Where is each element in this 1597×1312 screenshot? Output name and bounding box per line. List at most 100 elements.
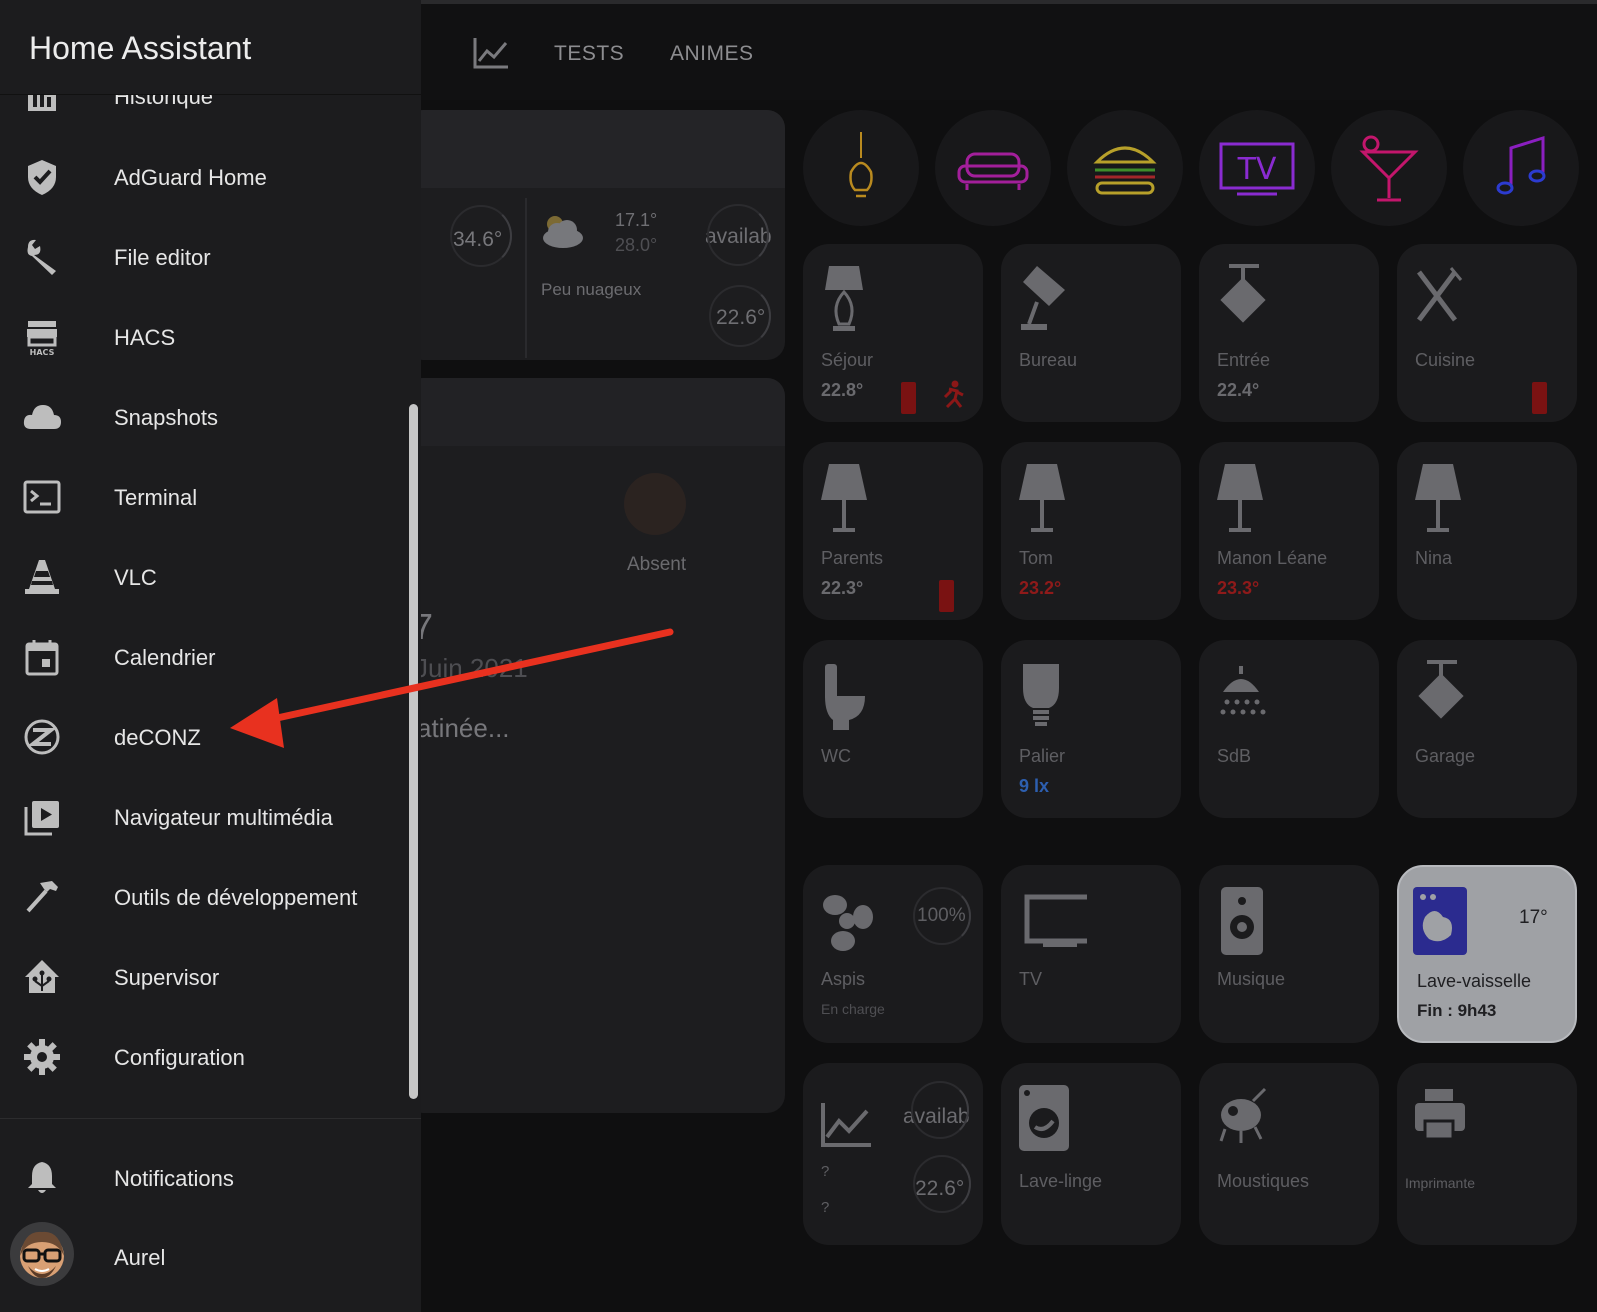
room-name: Entrée: [1217, 350, 1271, 370]
device-name: ?: [821, 1163, 830, 1180]
room-card-wc[interactable]: WC: [803, 640, 983, 818]
presence-card[interactable]: Absent 7 Juin 2021 atinée...: [405, 378, 785, 1113]
device-card-moustiques[interactable]: Moustiques: [1199, 1063, 1379, 1245]
sidebar-item-label: Supervisor: [114, 965, 220, 990]
device-card-tv[interactable]: TV: [1001, 865, 1181, 1043]
device-value: 17°: [1519, 907, 1548, 928]
sidebar-item-calendrier[interactable]: Calendrier: [0, 622, 421, 692]
floor-lamp-icon: [1019, 464, 1065, 532]
sidebar-menu: Historique AdGuard Home File editor HACS…: [0, 0, 421, 1118]
history-chart-icon[interactable]: [472, 36, 510, 70]
desk-lamp-icon: [1021, 266, 1065, 330]
sidebar-item-file-editor[interactable]: File editor: [0, 222, 421, 292]
tv-neon-icon: TV: [1219, 142, 1295, 196]
scene-music[interactable]: [1463, 110, 1579, 226]
scene-aperitif[interactable]: [1331, 110, 1447, 226]
temp-high: 17.1°: [615, 210, 658, 230]
svg-text:TV: TV: [1237, 152, 1277, 187]
room-card-sdb[interactable]: SdB: [1199, 640, 1379, 818]
room-card-cuisine[interactable]: Cuisine: [1397, 244, 1577, 422]
room-name: Palier: [1019, 746, 1066, 766]
device-card-aspis[interactable]: 100% Aspis En charge: [803, 865, 983, 1043]
scene-light[interactable]: [803, 110, 919, 226]
sofa-icon: [957, 152, 1029, 190]
notifications-label: Notifications: [114, 1166, 234, 1191]
sidebar-item-vlc[interactable]: VLC: [0, 542, 421, 612]
room-card-entree[interactable]: Entrée 22.4°: [1199, 244, 1379, 422]
sidebar-item-terminal[interactable]: Terminal: [0, 462, 421, 532]
cloud-icon: [23, 405, 61, 429]
sidebar-item-snapshots[interactable]: Snapshots: [0, 382, 421, 452]
shower-icon: [1220, 666, 1266, 715]
scene-salon[interactable]: [935, 110, 1051, 226]
music-icon: [1496, 135, 1546, 195]
floor-lamp-icon: [821, 464, 867, 532]
room-card-nina[interactable]: Nina: [1397, 442, 1577, 620]
device-card-imprimante[interactable]: Imprimante: [1397, 1063, 1577, 1245]
shield-check-icon: [28, 160, 56, 195]
sidebar-item-supervisor[interactable]: Supervisor: [0, 942, 421, 1012]
sidebar-user[interactable]: Aurel: [0, 1222, 421, 1292]
room-card-tom[interactable]: Tom 23.2°: [1001, 442, 1181, 620]
sidebar-item-dev-tools[interactable]: Outils de développement: [0, 862, 421, 932]
room-card-bureau[interactable]: Bureau: [1001, 244, 1181, 422]
console-icon: [23, 480, 61, 514]
room-name: Garage: [1415, 746, 1476, 766]
sidebar-item-label: Snapshots: [114, 405, 218, 430]
device-name: Musique: [1217, 969, 1286, 989]
room-card-garage[interactable]: Garage: [1397, 640, 1577, 818]
tab-animes[interactable]: ANIMES: [670, 42, 754, 66]
home-assistant-icon: [25, 960, 59, 993]
sidebar-item-label: AdGuard Home: [114, 165, 267, 190]
scene-tv[interactable]: TV: [1199, 110, 1315, 226]
app-title: Home Assistant: [29, 30, 252, 66]
partly-cloudy-icon: [543, 216, 583, 248]
device-card-lave-linge[interactable]: Lave-linge: [1001, 1063, 1181, 1245]
sensor-gauge-2: [913, 1155, 971, 1213]
weather-card[interactable]: 34.6° 17.1° 28.0° availab Peu nuageux 22…: [405, 110, 785, 360]
room-card-parents[interactable]: Parents 22.3°: [803, 442, 983, 620]
gear-icon: [24, 1039, 60, 1075]
sidebar-item-label: deCONZ: [114, 725, 201, 750]
device-card-lave-vaisselle[interactable]: 17° Lave-vaisselle Fin : 9h43: [1397, 865, 1577, 1043]
bell-icon: [28, 1162, 56, 1193]
device-sub: Fin : 9h43: [1417, 1001, 1497, 1020]
sidebar-item-label: HACS: [114, 325, 176, 350]
chart-line-icon: [821, 1103, 871, 1147]
ceiling-light-icon: [1220, 264, 1266, 323]
device-name: Lave-linge: [1019, 1171, 1103, 1191]
hacs-store-icon: HACS: [27, 321, 57, 357]
room-temp: 23.3°: [1217, 578, 1260, 598]
tab-tests[interactable]: TESTS: [554, 42, 624, 66]
person-avatar-faded: [624, 473, 686, 535]
motion-detected-icon: [943, 380, 964, 409]
dishwasher-icon: [1413, 887, 1467, 955]
status-gauge: [707, 204, 769, 266]
temp-right-gauge: [709, 285, 771, 347]
room-card-palier[interactable]: Palier 9 lx: [1001, 640, 1181, 818]
sidebar-item-deconz[interactable]: deCONZ: [0, 702, 421, 772]
sidebar-item-adguard[interactable]: AdGuard Home: [0, 142, 421, 212]
device-card-sensor[interactable]: availab 22.6° ? ?: [803, 1063, 983, 1245]
sidebar: Historique AdGuard Home File editor HACS…: [0, 0, 421, 1312]
sidebar-item-hacs[interactable]: HACS HACS: [0, 302, 421, 372]
door-open-icon: [901, 382, 916, 414]
room-card-sejour[interactable]: Séjour 22.8°: [803, 244, 983, 422]
device-card-musique[interactable]: Musique: [1199, 865, 1379, 1043]
scene-diner[interactable]: [1067, 110, 1183, 226]
room-card-manon-leane[interactable]: Manon Léane 23.3°: [1199, 442, 1379, 620]
device-name: TV: [1019, 969, 1043, 989]
printer-icon: [1415, 1089, 1465, 1141]
wrench-icon: [27, 239, 56, 275]
room-name: Nina: [1415, 548, 1453, 568]
room-temp: 23.2°: [1019, 578, 1062, 598]
room-name: Manon Léane: [1217, 548, 1328, 568]
sidebar-notifications[interactable]: Notifications: [0, 1143, 421, 1213]
sidebar-scrollbar[interactable]: [409, 404, 418, 1099]
silverware-icon: [1417, 267, 1463, 322]
sidebar-item-media-browser[interactable]: Navigateur multimédia: [0, 782, 421, 852]
room-name: Bureau: [1019, 350, 1078, 370]
period-text: atinée...: [417, 713, 510, 743]
sidebar-item-configuration[interactable]: Configuration: [0, 1022, 421, 1092]
room-name: WC: [821, 746, 851, 766]
